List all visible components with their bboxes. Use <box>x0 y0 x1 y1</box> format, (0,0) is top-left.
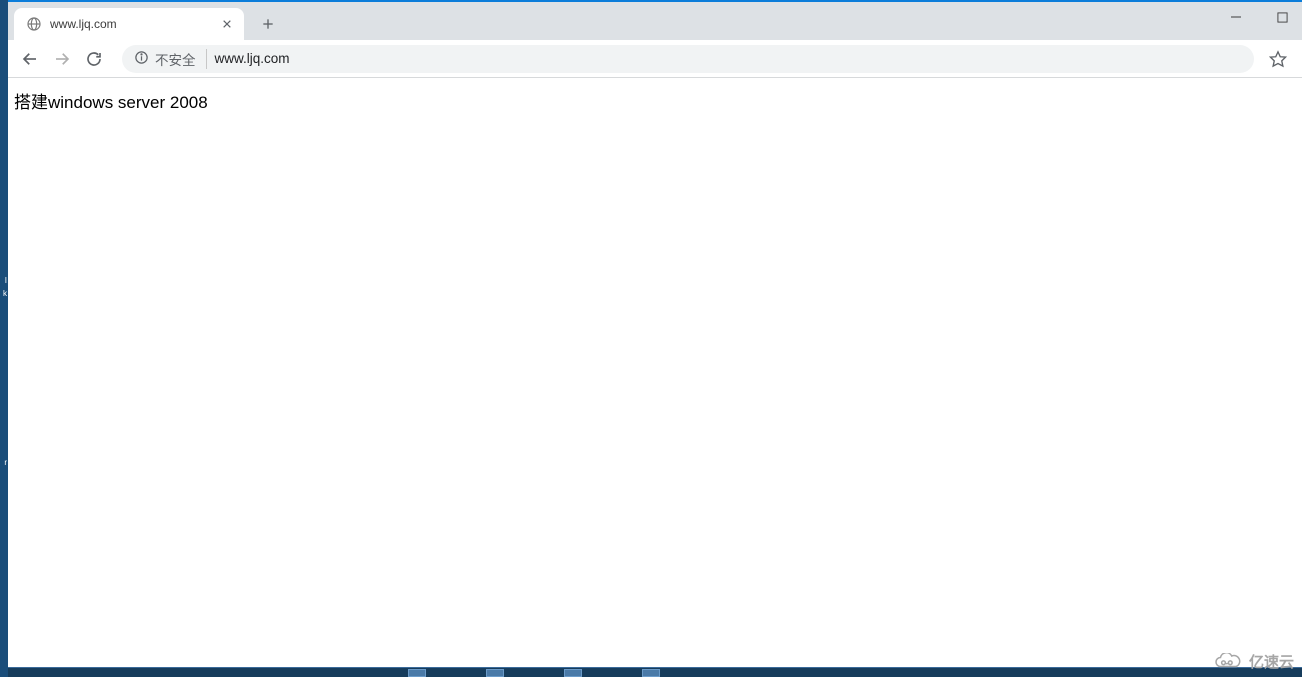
security-indicator[interactable]: 不安全 <box>134 49 207 69</box>
page-heading: 搭建windows server 2008 <box>14 88 1296 113</box>
taskbar[interactable] <box>8 667 1302 677</box>
tab-title: www.ljq.com <box>50 17 212 31</box>
info-icon <box>134 50 149 68</box>
cloud-icon <box>1213 653 1243 671</box>
globe-icon <box>26 16 42 32</box>
browser-tab[interactable]: www.ljq.com <box>14 8 244 40</box>
back-button[interactable] <box>16 45 44 73</box>
close-icon[interactable] <box>220 17 234 31</box>
desktop-icon-fragments: I k r <box>0 0 8 677</box>
minimize-button[interactable] <box>1224 5 1248 29</box>
maximize-button[interactable] <box>1270 5 1294 29</box>
address-bar[interactable]: 不安全 www.ljq.com <box>122 45 1254 73</box>
taskbar-item[interactable] <box>486 669 504 677</box>
reload-button[interactable] <box>80 45 108 73</box>
page-content: 搭建windows server 2008 <box>8 78 1302 667</box>
watermark-text: 亿速云 <box>1249 651 1294 672</box>
browser-window: www.ljq.com <box>8 0 1302 667</box>
url-text: www.ljq.com <box>215 51 1243 66</box>
browser-toolbar: 不安全 www.ljq.com <box>8 40 1302 78</box>
bookmark-button[interactable] <box>1264 45 1292 73</box>
taskbar-item[interactable] <box>408 669 426 677</box>
tab-strip: www.ljq.com <box>8 2 1302 40</box>
window-controls <box>1224 2 1302 32</box>
forward-button[interactable] <box>48 45 76 73</box>
watermark: 亿速云 <box>1213 651 1294 672</box>
taskbar-item[interactable] <box>564 669 582 677</box>
new-tab-button[interactable] <box>254 10 282 38</box>
security-label: 不安全 <box>155 49 196 69</box>
taskbar-item[interactable] <box>642 669 660 677</box>
